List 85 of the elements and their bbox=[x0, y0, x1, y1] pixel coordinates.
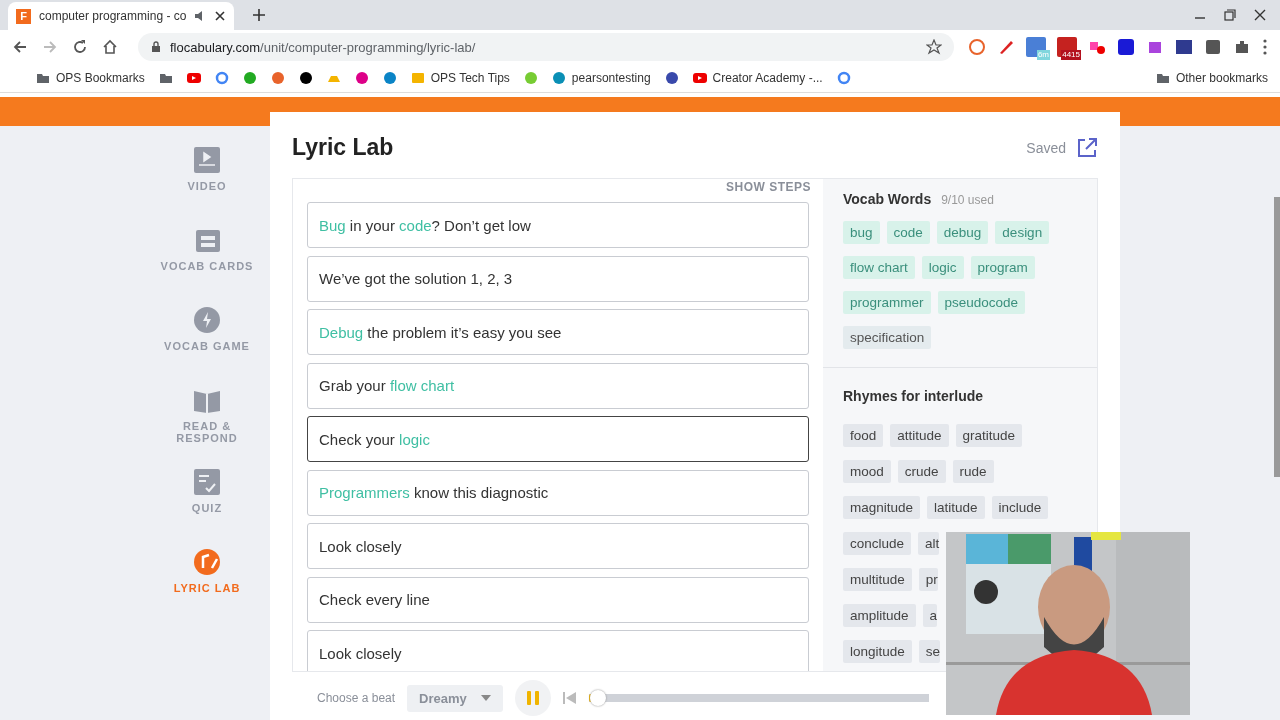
lyric-line-field[interactable]: Check your logic bbox=[307, 416, 809, 463]
vocab-tag[interactable]: logic bbox=[921, 255, 964, 279]
lyric-line-field[interactable]: Programmers know this diagnostic bbox=[307, 469, 809, 516]
lyric-line-field[interactable]: Look closely bbox=[307, 523, 809, 570]
rhyme-tag[interactable]: food bbox=[843, 423, 884, 447]
extension-badge: 6m bbox=[1036, 50, 1050, 60]
back-icon[interactable] bbox=[12, 39, 28, 55]
bookmark-icon bbox=[836, 71, 851, 85]
lyric-line-field[interactable]: Bug in your code? Don’t get low bbox=[307, 202, 809, 249]
unread-count-badge: 4415 bbox=[1061, 50, 1081, 60]
bookmark[interactable]: Other bookmarks bbox=[1155, 71, 1268, 85]
bookmark[interactable]: OPS Bookmarks bbox=[36, 71, 145, 85]
extension-icon[interactable] bbox=[1175, 38, 1193, 56]
home-icon[interactable] bbox=[102, 39, 118, 55]
bookmark-icon bbox=[158, 71, 173, 85]
checklist-icon bbox=[193, 468, 221, 496]
bookmark-icon bbox=[354, 71, 369, 85]
bookmark-icon bbox=[664, 71, 679, 85]
folder-icon bbox=[1155, 71, 1170, 85]
bookmark[interactable]: Creator Academy -... bbox=[692, 71, 823, 85]
browser-tab[interactable]: F computer programming - co bbox=[8, 2, 235, 30]
bookmark-icon bbox=[523, 71, 538, 85]
bookmark-icon bbox=[382, 71, 397, 85]
bookmark-icon bbox=[551, 71, 566, 85]
rhyme-tag[interactable]: mood bbox=[843, 459, 891, 483]
bookmark-icon bbox=[186, 71, 201, 85]
new-tab-icon[interactable] bbox=[252, 8, 267, 22]
lyric-line-field[interactable]: Check every line bbox=[307, 576, 809, 623]
bookmark-icon bbox=[692, 71, 707, 85]
bookmark-icon bbox=[270, 71, 285, 85]
tab-title: computer programming - co bbox=[39, 9, 187, 23]
rhyme-tag[interactable]: include bbox=[991, 495, 1049, 519]
rhyme-tag[interactable]: attitude bbox=[890, 423, 949, 447]
saved-status: Saved bbox=[1026, 139, 1066, 156]
rhyme-tag[interactable]: pr bbox=[918, 567, 938, 591]
close-icon[interactable] bbox=[214, 10, 227, 22]
caret-icon bbox=[480, 695, 491, 702]
rhyme-tag[interactable]: conclude bbox=[843, 531, 912, 555]
lyric-line-field[interactable]: We’ve got the solution 1, 2, 3 bbox=[307, 255, 809, 302]
address-bar[interactable]: flocabulary.com/unit/computer-programming/lyric-lab/ bbox=[138, 33, 954, 61]
video-icon bbox=[193, 146, 221, 174]
rhymes-heading: Rhymes for interlude bbox=[843, 387, 984, 404]
pause-icon bbox=[525, 690, 540, 707]
lyric-line-field[interactable]: Debug the problem it’s easy you see bbox=[307, 309, 809, 356]
rhyme-tag[interactable]: multitude bbox=[843, 567, 912, 591]
lyric-line-field[interactable]: Grab your flow chart bbox=[307, 362, 809, 409]
rhyme-tag[interactable]: gratitude bbox=[955, 423, 1023, 447]
rhyme-tag[interactable]: a bbox=[922, 603, 938, 627]
lyric-line-field[interactable]: Look closely bbox=[307, 630, 809, 672]
bookmark[interactable]: OPS Tech Tips bbox=[410, 71, 510, 85]
lightning-icon bbox=[193, 306, 221, 334]
rhyme-tag[interactable]: se bbox=[918, 639, 941, 663]
page-title: Lyric Lab bbox=[292, 134, 394, 162]
site-favicon: F bbox=[16, 8, 31, 24]
beat-label: Choose a beat bbox=[317, 691, 396, 706]
bookmark-icon bbox=[36, 71, 50, 85]
vocab-tag[interactable]: specification bbox=[843, 325, 932, 349]
rhyme-tag[interactable]: longitude bbox=[843, 639, 912, 663]
extension-icon[interactable] bbox=[1204, 38, 1222, 56]
bookmark-icon bbox=[214, 71, 229, 85]
bookmark-icon bbox=[298, 71, 313, 85]
bookmark-icon bbox=[242, 71, 257, 85]
bookmark[interactable] bbox=[664, 71, 679, 85]
star-icon[interactable] bbox=[926, 39, 942, 55]
extension-icon[interactable] bbox=[1117, 38, 1135, 56]
pen-note-icon bbox=[193, 548, 221, 576]
external-link-icon[interactable] bbox=[1076, 136, 1098, 159]
rhyme-tag[interactable]: magnitude bbox=[843, 495, 921, 519]
restore-icon[interactable] bbox=[1224, 9, 1236, 21]
lock-icon bbox=[150, 41, 162, 53]
rhyme-tag[interactable]: alt bbox=[918, 531, 940, 555]
bookmark-icon bbox=[410, 71, 425, 85]
menu-icon[interactable] bbox=[1262, 38, 1268, 56]
pen-icon[interactable] bbox=[997, 38, 1015, 56]
close-icon[interactable] bbox=[1254, 9, 1266, 21]
rhyme-tag[interactable]: crude bbox=[897, 459, 946, 483]
bookmark[interactable] bbox=[158, 71, 173, 85]
bookmark[interactable] bbox=[298, 71, 313, 85]
usage-count: 9/10 used bbox=[941, 192, 994, 207]
bookmark[interactable]: pearsontesting bbox=[551, 71, 651, 85]
rhyme-tag[interactable]: amplitude bbox=[843, 603, 916, 627]
reload-icon[interactable] bbox=[72, 39, 88, 55]
rhyme-tag[interactable]: latitude bbox=[927, 495, 985, 519]
vocab-heading: Vocab Words bbox=[843, 190, 932, 207]
rhyme-tag[interactable]: rude bbox=[952, 459, 994, 483]
